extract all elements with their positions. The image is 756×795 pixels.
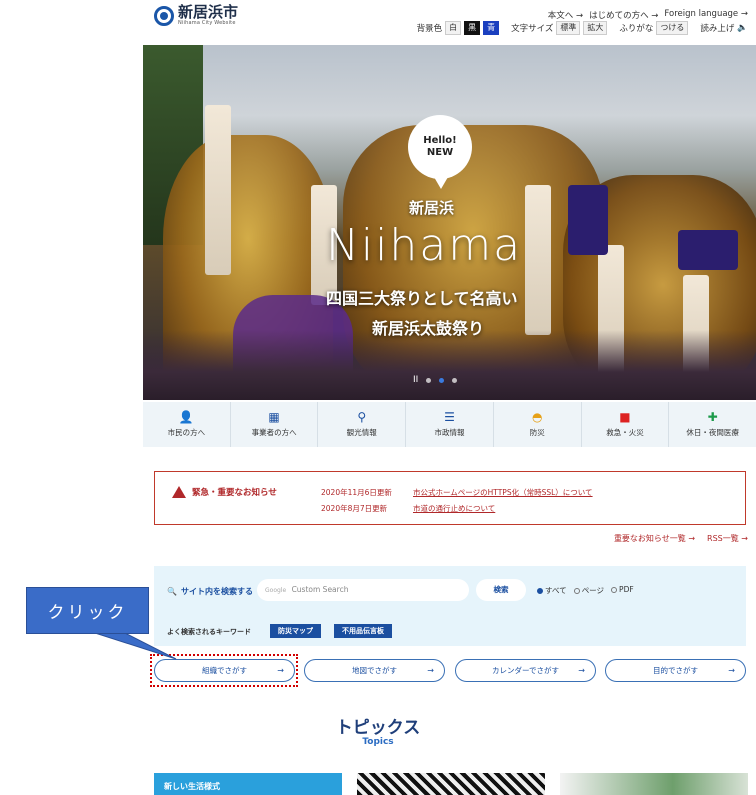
- top-links: 本文へ → はじめての方へ → Foreign language →: [548, 9, 748, 21]
- category-city-info[interactable]: ☰ 市政情報: [406, 402, 494, 447]
- search-by-calendar-button[interactable]: カレンダーでさがす →: [455, 659, 596, 682]
- radio-pdf[interactable]: PDF: [611, 585, 634, 596]
- search-button[interactable]: 検索: [476, 579, 526, 601]
- emergency-notice-box: 緊急・重要なお知らせ 2020年11月6日更新 市公式ホームページのHTTPS化（…: [154, 471, 746, 525]
- rss-link[interactable]: RSS一覧 →: [707, 533, 748, 544]
- search-placeholder: Custom Search: [291, 585, 349, 594]
- keyword-tag[interactable]: 防災マップ: [270, 624, 321, 638]
- topic-card[interactable]: 新しい生活様式: [154, 773, 342, 795]
- fontsize-standard-button[interactable]: 標準: [556, 21, 581, 35]
- category-disaster[interactable]: ◓ 防災: [494, 402, 582, 447]
- warning-icon: [172, 486, 186, 498]
- building-icon: ▦: [268, 410, 280, 424]
- topic-card[interactable]: [357, 773, 545, 795]
- search-input[interactable]: Google Custom Search: [257, 579, 469, 601]
- notice-more-links: 重要なお知らせ一覧 → RSS一覧 →: [614, 533, 748, 544]
- fontsize-large-button[interactable]: 拡大: [583, 21, 608, 35]
- slide-dot[interactable]: [426, 377, 432, 383]
- click-callout: クリック: [26, 587, 149, 634]
- map-pin-icon: ⚲: [357, 410, 367, 424]
- slide-dot-active[interactable]: [439, 377, 445, 383]
- list-item: 2020年8月7日更新 市道の通行止めについて: [321, 501, 593, 517]
- topics-title: トピックス: [335, 718, 421, 738]
- category-citizens[interactable]: 👤 市民の方へ: [143, 402, 231, 447]
- bgcolor-blue-button[interactable]: 青: [483, 21, 500, 35]
- keywords-label: よく検索されるキーワード: [167, 628, 251, 636]
- radio-all[interactable]: すべて: [537, 585, 567, 596]
- site-search-panel: 🔍 サイト内を検索する Google Custom Search 検索 すべて …: [154, 566, 746, 646]
- keyword-tag[interactable]: 不用品伝言板: [334, 624, 392, 638]
- site-subtitle: Niihama City Website: [178, 20, 236, 26]
- foreign-language-link[interactable]: Foreign language →: [664, 9, 748, 21]
- category-nav: 👤 市民の方へ ▦ 事業者の方へ ⚲ 観光情報 ☰ 市政情報 ◓ 防災 ■ 救急…: [143, 402, 756, 447]
- category-tourism[interactable]: ⚲ 観光情報: [318, 402, 407, 447]
- speaker-icon[interactable]: 🔈: [737, 23, 748, 33]
- accessibility-toolbar: 背景色 白 黒 青 文字サイズ 標準 拡大 ふりがな つける 読み上げ 🔈: [417, 21, 748, 35]
- category-emergency-fire[interactable]: ■ 救急・火災: [582, 402, 670, 447]
- list-item: 2020年11月6日更新 市公式ホームページのHTTPS化（常時SSL）について: [321, 485, 593, 501]
- bgcolor-black-button[interactable]: 黒: [464, 21, 481, 35]
- search-scope-options: すべて ページ PDF: [537, 585, 634, 596]
- arrow-right-icon: →: [578, 666, 585, 675]
- search-label: 🔍 サイト内を検索する: [167, 587, 253, 596]
- furigana-button[interactable]: つける: [656, 21, 689, 35]
- notice-date: 2020年8月7日更新: [321, 504, 388, 513]
- google-label: Google: [265, 587, 287, 594]
- search-by-purpose-button[interactable]: 目的でさがす →: [605, 659, 746, 682]
- furigana-label: ふりがな: [619, 24, 654, 34]
- helmet-icon: ◓: [531, 410, 543, 424]
- ambulance-icon: ■: [619, 410, 631, 424]
- notice-link[interactable]: 市道の通行止めについて: [413, 504, 495, 513]
- important-notices-link[interactable]: 重要なお知らせ一覧 →: [614, 533, 695, 544]
- hero-caption-1: 四国三大祭りとして名高い: [326, 289, 518, 308]
- first-aid-icon: ✚: [707, 410, 718, 424]
- hero-slider: Hello! NEW 新居浜 Niihama 四国三大祭りとして名高い 新居浜太…: [143, 45, 756, 400]
- topic-card[interactable]: [560, 773, 748, 795]
- fontsize-label: 文字サイズ: [511, 24, 554, 34]
- category-business[interactable]: ▦ 事業者の方へ: [231, 402, 319, 447]
- readaloud-button[interactable]: 読み上げ: [700, 22, 734, 34]
- notice-link[interactable]: 市公式ホームページのHTTPS化（常時SSL）について: [413, 488, 593, 497]
- bgcolor-white-button[interactable]: 白: [445, 21, 462, 35]
- slide-dot[interactable]: [452, 377, 458, 383]
- radio-page[interactable]: ページ: [573, 585, 604, 596]
- search-icon: 🔍: [167, 587, 177, 596]
- hero-caption-2: 新居浜太鼓祭り: [372, 319, 485, 338]
- notice-date: 2020年11月6日更新: [321, 488, 392, 497]
- hero-kanji: 新居浜: [409, 199, 455, 217]
- emergency-list: 2020年11月6日更新 市公式ホームページのHTTPS化（常時SSL）について …: [321, 485, 593, 517]
- arrow-right-icon: →: [728, 666, 735, 675]
- hello-new-bubble: Hello! NEW: [408, 115, 472, 189]
- emergency-heading: 緊急・重要なお知らせ: [172, 486, 277, 498]
- click-highlight-box: [150, 654, 298, 687]
- slider-controls: II: [413, 375, 458, 385]
- site-title: 新居浜市: [178, 3, 239, 21]
- pause-icon[interactable]: II: [413, 375, 418, 385]
- first-visit-link[interactable]: はじめての方へ →: [589, 9, 658, 21]
- city-emblem-icon: [154, 5, 174, 26]
- skip-to-content-link[interactable]: 本文へ →: [548, 9, 583, 21]
- category-holiday-medical[interactable]: ✚ 休日・夜間医療: [669, 402, 756, 447]
- person-icon: 👤: [178, 410, 194, 424]
- arrow-right-icon: →: [427, 666, 434, 675]
- site-logo[interactable]: 新居浜市 Niihama City Website: [154, 5, 238, 26]
- list-icon: ☰: [444, 410, 455, 424]
- bgcolor-label: 背景色: [416, 24, 443, 34]
- topics-subtitle: Topics: [362, 737, 394, 747]
- search-by-map-button[interactable]: 地図でさがす →: [304, 659, 445, 682]
- hero-name: Niihama: [326, 220, 523, 271]
